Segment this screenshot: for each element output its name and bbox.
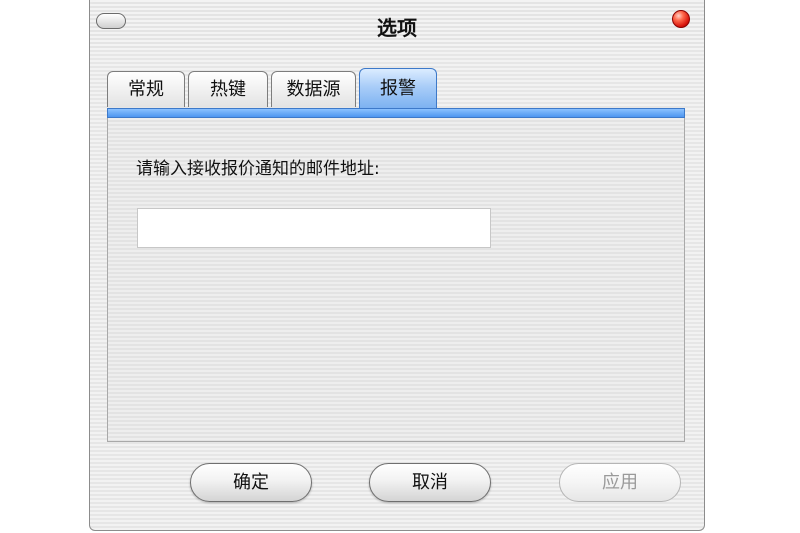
title-bar[interactable]: 选项	[90, 0, 704, 50]
window-title: 选项	[377, 16, 417, 40]
tab-alerts[interactable]: 报警	[359, 68, 437, 108]
active-tab-strip	[107, 108, 685, 118]
tab-hotkeys[interactable]: 热键	[188, 71, 268, 107]
email-prompt-label: 请输入接收报价通知的邮件地址:	[136, 159, 380, 179]
ok-button[interactable]: 确定	[190, 463, 312, 502]
email-field[interactable]	[137, 208, 491, 248]
close-icon[interactable]	[672, 10, 690, 28]
tab-general[interactable]: 常规	[107, 71, 185, 107]
cancel-button[interactable]: 取消	[369, 463, 491, 502]
apply-button[interactable]: 应用	[559, 463, 681, 502]
tab-data-source[interactable]: 数据源	[271, 71, 356, 107]
